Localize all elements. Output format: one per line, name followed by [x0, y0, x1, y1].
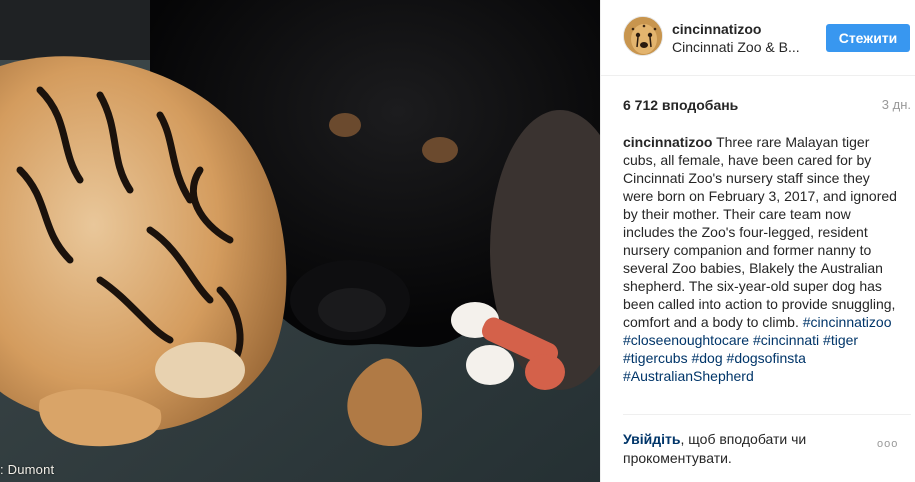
caption-text: Three rare Malayan tiger cubs, all femal…: [623, 134, 897, 330]
follow-button[interactable]: Стежити: [826, 24, 910, 52]
post-header: cincinnatizoo Cincinnati Zoo & B... Стеж…: [601, 0, 915, 76]
header-username[interactable]: cincinnatizoo: [672, 21, 761, 37]
hashtag-link[interactable]: #closeenoughtocare: [623, 332, 749, 348]
photo-credit: : Dumont: [0, 462, 55, 477]
post-time[interactable]: 3 дн.: [882, 97, 911, 112]
avatar[interactable]: [623, 16, 663, 56]
likes-count[interactable]: 6 712 вподобань: [623, 97, 738, 113]
cheetah-avatar-icon: [624, 17, 662, 55]
login-prompt: Увійдіть, щоб вподобати чи прокоментуват…: [623, 430, 853, 468]
hashtag-link[interactable]: #tigercubs: [623, 350, 688, 366]
instagram-post: : Dumont cincinnatizoo Cincinnati Zoo & …: [0, 0, 915, 482]
hashtag-link[interactable]: #tiger: [823, 332, 858, 348]
hashtag-link[interactable]: #cincinnati: [753, 332, 819, 348]
post-photo[interactable]: : Dumont: [0, 0, 600, 482]
post-sidebar: cincinnatizoo Cincinnati Zoo & B... Стеж…: [600, 0, 915, 482]
header-full-name: Cincinnati Zoo & B...: [672, 39, 800, 55]
divider: [623, 414, 911, 415]
hashtag-link[interactable]: #cincinnatizoo: [803, 314, 892, 330]
caption-username[interactable]: cincinnatizoo: [623, 134, 712, 150]
more-options-icon[interactable]: ooo: [877, 438, 898, 450]
login-link[interactable]: Увійдіть: [623, 431, 681, 447]
tiger-and-dog-photo: [0, 0, 600, 482]
hashtag-link[interactable]: #dog: [691, 350, 722, 366]
hashtag-link[interactable]: #AustralianShepherd: [623, 368, 754, 384]
post-caption: cincinnatizoo Three rare Malayan tiger c…: [623, 133, 901, 411]
post-stats: 6 712 вподобань 3 дн.: [623, 97, 911, 115]
hashtag-link[interactable]: #dogsofinsta: [727, 350, 806, 366]
